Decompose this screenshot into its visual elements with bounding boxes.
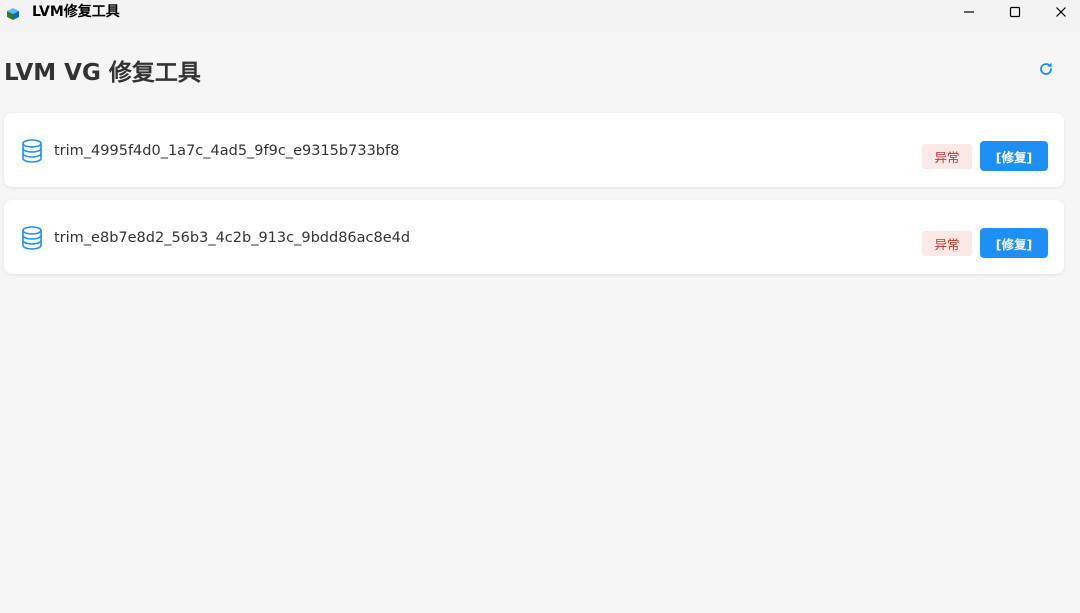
status-badge: 异常 (922, 231, 972, 256)
volume-group-name: trim_e8b7e8d2_56b3_4c2b_913c_9bdd86ac8e4… (54, 230, 411, 246)
app-window: LVM修复工具 LVM VG 修复工具 trim_4995f4d0_1a7c_4… (0, 0, 1080, 613)
refresh-button[interactable] (1036, 61, 1056, 81)
close-icon (1055, 3, 1067, 22)
volume-group-card: trim_4995f4d0_1a7c_4ad5_9f9c_e9315b733bf… (4, 113, 1064, 187)
maximize-button[interactable] (992, 0, 1038, 24)
maximize-icon (1009, 3, 1021, 22)
volume-group-card: trim_e8b7e8d2_56b3_4c2b_913c_9bdd86ac8e4… (4, 200, 1064, 274)
page-title: LVM VG 修复工具 (4, 60, 201, 86)
database-icon (21, 139, 43, 163)
minimize-icon (963, 3, 975, 22)
window-title: LVM修复工具 (32, 4, 120, 20)
repair-button[interactable]: [修复] (980, 228, 1048, 258)
status-badge: 异常 (922, 144, 972, 169)
database-icon (21, 226, 43, 250)
repair-button[interactable]: [修复] (980, 141, 1048, 171)
refresh-icon (1038, 61, 1054, 81)
minimize-button[interactable] (946, 0, 992, 24)
volume-group-name: trim_4995f4d0_1a7c_4ad5_9f9c_e9315b733bf… (54, 143, 400, 159)
title-bar: LVM修复工具 (0, 0, 1080, 33)
volume-group-list: trim_4995f4d0_1a7c_4ad5_9f9c_e9315b733bf… (4, 113, 1064, 287)
close-button[interactable] (1038, 0, 1080, 24)
app-cube-icon (6, 6, 20, 20)
